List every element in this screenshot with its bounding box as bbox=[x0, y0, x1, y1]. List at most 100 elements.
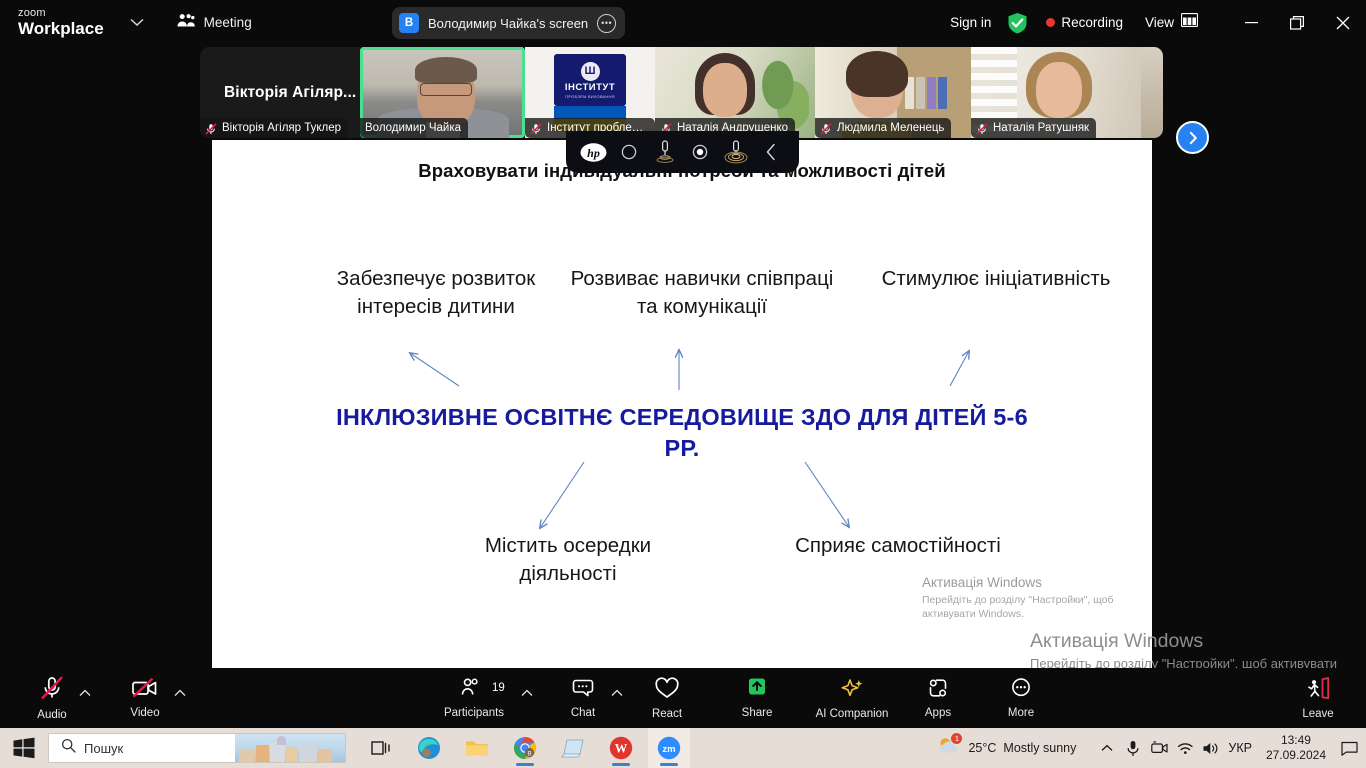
audio-label: Audio bbox=[37, 709, 67, 721]
microphone-icon[interactable] bbox=[1120, 728, 1146, 768]
notepad-icon[interactable] bbox=[552, 728, 594, 768]
search-input[interactable]: Пошук bbox=[48, 733, 346, 763]
recording-indicator[interactable]: Recording bbox=[1046, 15, 1123, 30]
video-button[interactable]: Video bbox=[113, 668, 177, 728]
system-tray: 1 25°C Mostly sunny УКР 13:49 27.09.2024 bbox=[937, 728, 1366, 768]
hp-logo-icon: hp bbox=[576, 131, 612, 173]
zoom-meeting-window: zoom Workplace Meeting В Володимир Чайка… bbox=[0, 0, 1366, 768]
notification-icon[interactable] bbox=[1332, 728, 1366, 768]
participants-options-caret[interactable] bbox=[520, 686, 534, 700]
brand-zoom-text: zoom bbox=[18, 7, 46, 19]
circle-filled-icon[interactable] bbox=[683, 131, 719, 173]
shared-screen-label: Володимир Чайка's screen bbox=[428, 15, 589, 31]
window-controls bbox=[1228, 0, 1366, 45]
chat-options-caret[interactable] bbox=[610, 686, 624, 700]
close-icon[interactable] bbox=[1320, 0, 1366, 45]
slide-node-top-right: Стимулює ініціативність bbox=[881, 267, 1111, 290]
institute-line1: ІНСТИТУТ bbox=[564, 81, 616, 93]
shared-screen-pill[interactable]: В Володимир Чайка's screen ••• bbox=[392, 7, 626, 39]
zoom-icon[interactable]: zm bbox=[648, 728, 690, 768]
chevron-left-icon[interactable] bbox=[754, 131, 790, 173]
restore-icon[interactable] bbox=[1274, 0, 1320, 45]
participant-tile[interactable]: Людмила Меленець bbox=[815, 47, 971, 138]
react-label: React bbox=[651, 707, 683, 720]
mic-muted-icon bbox=[205, 122, 217, 135]
react-button[interactable]: React bbox=[635, 668, 699, 728]
video-options-caret[interactable] bbox=[173, 686, 187, 700]
microphone-waves-icon[interactable] bbox=[647, 131, 683, 173]
task-view-icon[interactable] bbox=[360, 728, 402, 768]
titlebar-right-controls: Sign in Recording View bbox=[950, 0, 1366, 45]
clock-date: 27.09.2024 bbox=[1265, 748, 1326, 762]
participants-button[interactable]: Participants bbox=[441, 668, 507, 728]
slide-node-top-left: Забезпечує розвиток інтересів дитини bbox=[336, 267, 536, 319]
participant-nameplate: Вікторія Агіляр Туклер bbox=[200, 118, 349, 138]
chat-button[interactable]: Chat bbox=[551, 668, 615, 728]
minimize-icon[interactable] bbox=[1228, 0, 1274, 45]
ellipsis-icon[interactable]: ••• bbox=[597, 13, 617, 33]
chrome-icon[interactable]: B bbox=[504, 728, 546, 768]
sparkle-icon bbox=[839, 677, 865, 705]
search-highlight-image bbox=[235, 734, 345, 762]
weather-widget[interactable]: 1 25°C Mostly sunny bbox=[937, 732, 1076, 762]
explorer-icon[interactable] bbox=[456, 728, 498, 768]
participant-tile-partial[interactable] bbox=[1141, 47, 1163, 138]
chat-label: Chat bbox=[570, 707, 596, 719]
shield-check-icon[interactable] bbox=[1007, 12, 1028, 34]
participant-tile[interactable]: Володимир Чайка bbox=[360, 47, 525, 138]
audio-button[interactable]: Audio bbox=[20, 668, 84, 728]
ai-companion-label: AI Companion bbox=[815, 707, 889, 720]
chevron-right-icon[interactable] bbox=[1176, 121, 1209, 154]
leave-label: Leave bbox=[1302, 707, 1334, 720]
windows-start-icon[interactable] bbox=[0, 728, 48, 768]
participant-tile[interactable]: Наталія Ратушняк bbox=[971, 47, 1141, 138]
share-screen-button[interactable]: Share bbox=[725, 668, 789, 728]
more-button[interactable]: More bbox=[989, 668, 1053, 728]
chevron-down-icon[interactable] bbox=[130, 15, 144, 30]
clock[interactable]: 13:49 27.09.2024 bbox=[1266, 733, 1326, 763]
video-frame-face bbox=[703, 63, 748, 117]
apps-button[interactable]: Apps bbox=[906, 668, 970, 728]
audio-options-caret[interactable] bbox=[78, 686, 92, 700]
microphone-rings-icon[interactable] bbox=[718, 131, 754, 173]
share-screen-icon bbox=[744, 677, 770, 704]
layout-grid-icon bbox=[1180, 12, 1199, 32]
chevron-up-icon[interactable] bbox=[1094, 728, 1120, 768]
camera-icon[interactable] bbox=[1146, 728, 1172, 768]
edge-icon[interactable] bbox=[408, 728, 450, 768]
circle-outline-icon[interactable] bbox=[612, 131, 648, 173]
participant-tile[interactable]: Наталія Андрущенко bbox=[655, 47, 815, 138]
wifi-icon[interactable] bbox=[1172, 728, 1198, 768]
title-bar: zoom Workplace Meeting В Володимир Чайка… bbox=[0, 0, 1366, 45]
participant-nameplate: Людмила Меленець bbox=[815, 118, 952, 138]
institute-seal: Ш bbox=[580, 61, 600, 81]
hp-audio-overlay: hp bbox=[566, 131, 799, 173]
view-menu-button[interactable]: View bbox=[1144, 12, 1199, 32]
leave-button[interactable]: Leave bbox=[1286, 668, 1350, 728]
participant-tile[interactable]: Ш ІНСТИТУТ ПРОБЛЕМ ВИХОВАННЯ Інститут пр… bbox=[525, 47, 655, 138]
meeting-menu[interactable]: Meeting bbox=[176, 13, 252, 33]
brand-workplace-text: Workplace bbox=[18, 19, 104, 38]
participant-filmstrip: Вікторія Агіляр... Вікторія Агіляр Тукле… bbox=[0, 45, 1366, 154]
mic-muted-icon bbox=[530, 122, 542, 135]
participants-count: 19 bbox=[492, 682, 505, 694]
zoom-brand-logo: zoom Workplace bbox=[18, 7, 104, 38]
participant-tile[interactable]: Вікторія Агіляр... Вікторія Агіляр Тукле… bbox=[200, 47, 360, 138]
apps-icon bbox=[925, 677, 951, 704]
volume-icon[interactable] bbox=[1198, 728, 1224, 768]
sign-in-button[interactable]: Sign in bbox=[950, 15, 991, 30]
ai-companion-button[interactable]: AI Companion bbox=[805, 668, 899, 728]
people-icon bbox=[176, 13, 196, 33]
recording-label: Recording bbox=[1061, 15, 1123, 30]
mic-muted-icon bbox=[976, 122, 988, 135]
running-indicator bbox=[516, 763, 534, 766]
wps-icon[interactable]: W bbox=[600, 728, 642, 768]
view-label: View bbox=[1144, 15, 1174, 30]
participant-display-name: Вікторія Агіляр... bbox=[224, 83, 357, 101]
institute-line2: ПРОБЛЕМ ВИХОВАННЯ bbox=[565, 93, 615, 99]
participant-nameplate: Володимир Чайка bbox=[360, 118, 469, 138]
video-frame-hair bbox=[414, 57, 477, 83]
windows-taskbar: Пошук B W zm 1 25°C Mostly sunny УКР 13:… bbox=[0, 728, 1366, 768]
weather-badge: 1 bbox=[951, 732, 963, 744]
language-indicator[interactable]: УКР bbox=[1228, 741, 1252, 755]
